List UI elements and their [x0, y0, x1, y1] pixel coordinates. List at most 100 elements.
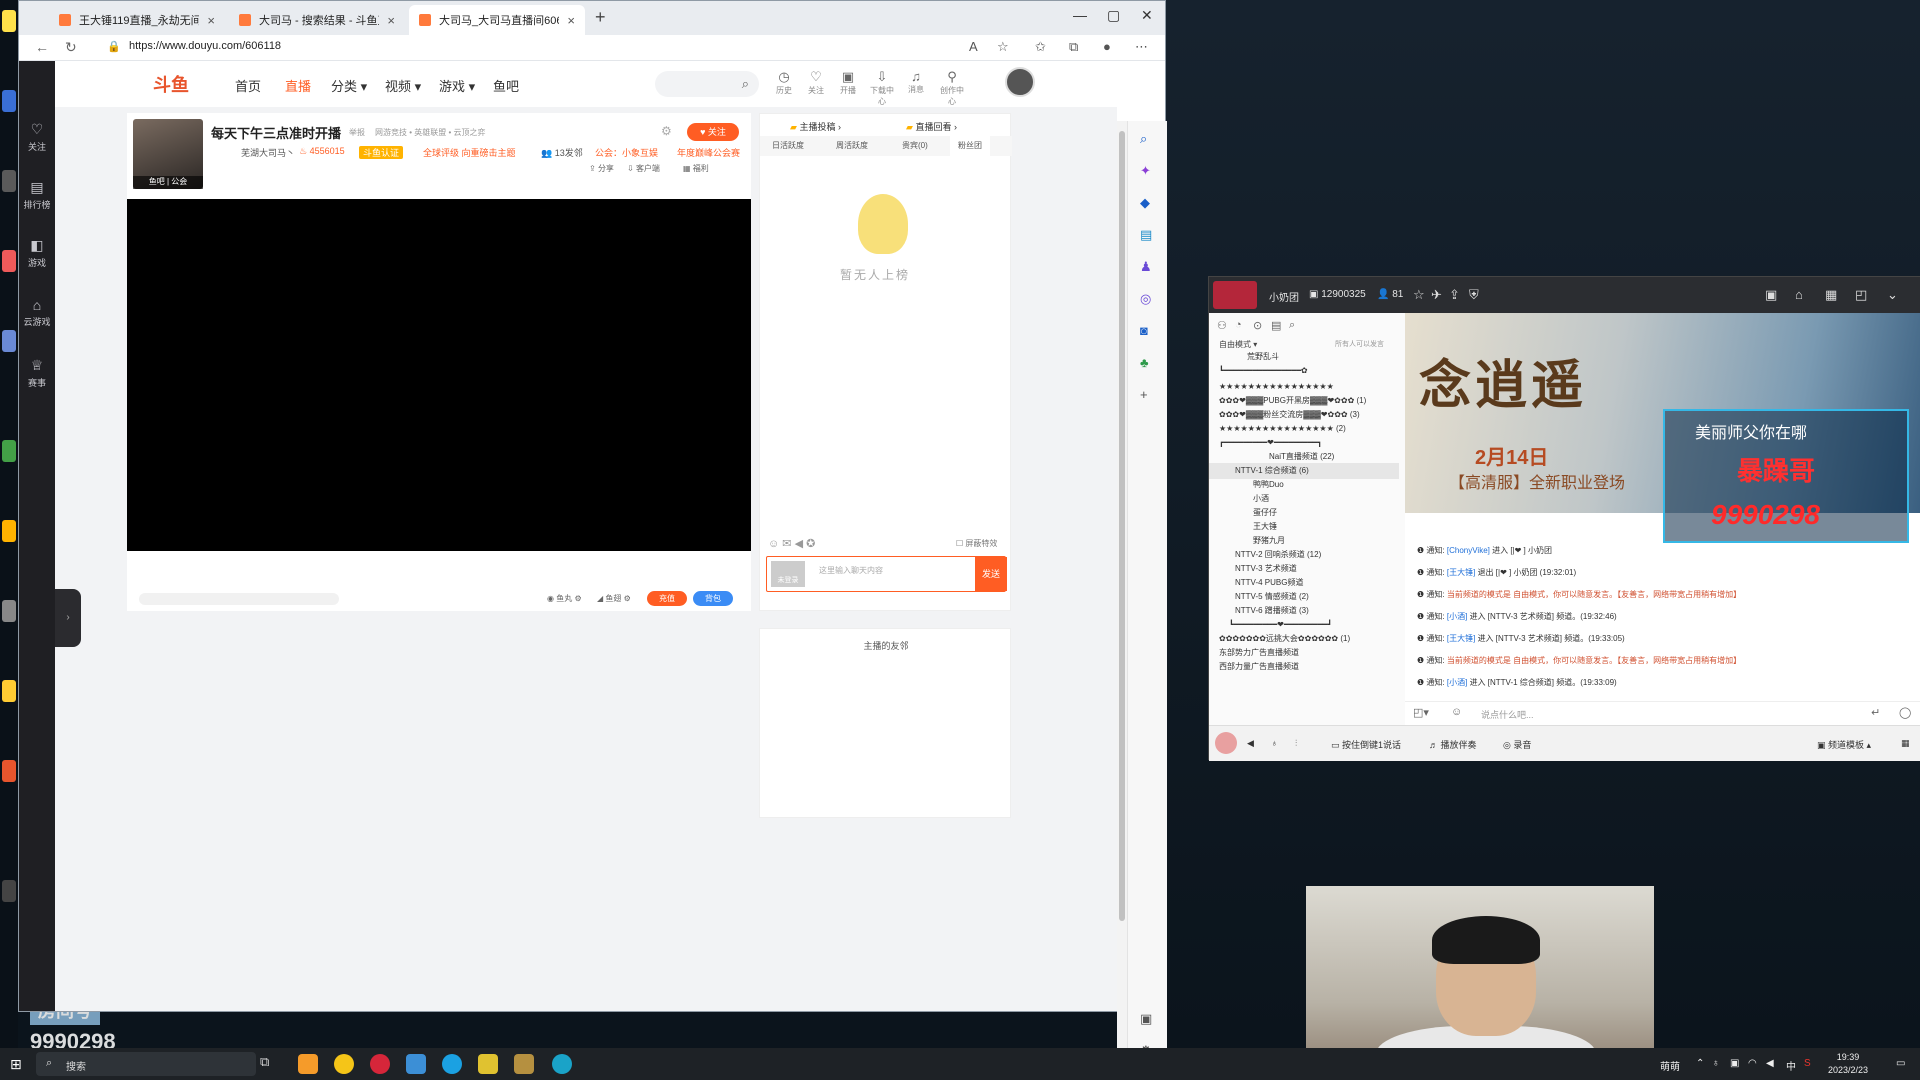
speaker-icon[interactable]: ◀ — [1247, 738, 1254, 749]
sidebar-toggle-icon[interactable]: ▣ — [1140, 1011, 1152, 1027]
guild-tag[interactable]: 公会：小象互娱 — [595, 146, 658, 159]
header-history[interactable]: ◷ 历史 — [769, 69, 799, 96]
desktop-icon[interactable] — [2, 10, 16, 32]
taskbar-clock[interactable]: 19:39 2023/2/23 — [1828, 1051, 1868, 1077]
close-tab-icon[interactable]: × — [387, 13, 395, 28]
search-icon[interactable]: ⌕ — [1140, 131, 1147, 147]
browser-tab-2[interactable]: 大司马 - 搜索结果 - 斗鱼直播 × — [229, 5, 405, 35]
wifi-icon[interactable]: ◠ — [1748, 1058, 1757, 1069]
server-avatar[interactable] — [1213, 281, 1257, 309]
url-field[interactable]: https://www.douyu.com/606118 — [129, 40, 281, 52]
sogou-icon[interactable]: S — [1804, 1058, 1811, 1069]
header-messages[interactable]: ♫ 消息 — [901, 69, 931, 95]
outlook-icon[interactable]: ◙ — [1140, 323, 1148, 338]
app-icon[interactable] — [478, 1054, 498, 1074]
nav-games[interactable]: 游戏 ▾ — [439, 76, 475, 95]
desktop-icon[interactable] — [2, 330, 16, 352]
desktop-icon[interactable] — [2, 520, 16, 542]
notice-user[interactable]: [小酒] — [1447, 612, 1467, 621]
channel-item-selected[interactable]: NTTV-1 综合频道 (6) — [1209, 463, 1399, 479]
star-icon[interactable]: ☆ — [1413, 287, 1425, 303]
desktop-icon[interactable] — [2, 440, 16, 462]
tree-icon[interactable]: ♣ — [1140, 355, 1149, 370]
location-icon[interactable]: ⊙ — [1253, 319, 1262, 332]
mic-icon[interactable]: ♁ — [1712, 1058, 1720, 1069]
read-aloud-icon[interactable]: A — [969, 39, 978, 54]
more-icon[interactable]: ⋯ — [1135, 39, 1148, 55]
report-link[interactable]: 举报 — [349, 127, 365, 138]
rail-item-game[interactable]: ◧ 游戏 — [19, 237, 55, 269]
desktop-icon[interactable] — [2, 760, 16, 782]
settings-icon[interactable]: ⚙ — [661, 124, 672, 138]
search-icon[interactable]: ⌕ — [1289, 319, 1295, 332]
replay-link[interactable]: ▰ 直播回看 › — [906, 120, 957, 133]
search-icon[interactable]: ⌕ — [742, 76, 749, 92]
notification-icon[interactable]: ▭ — [1896, 1058, 1905, 1069]
anchor-avatar-tags[interactable]: 鱼吧 | 公会 — [133, 176, 203, 189]
edge-icon[interactable] — [552, 1054, 572, 1074]
desktop-icon[interactable] — [2, 90, 16, 112]
client-button[interactable]: ⇩ 客户端 — [627, 163, 660, 174]
welfare-button[interactable]: ▦ 福利 — [683, 163, 709, 174]
nav-category[interactable]: 分类 ▾ — [331, 76, 367, 95]
fishball-button[interactable]: ◉ 鱼丸 ⚙ — [547, 593, 582, 604]
follow-button[interactable]: ♥ 关注 — [687, 123, 739, 141]
plane-icon[interactable]: ✈ — [1431, 287, 1442, 303]
favorite-icon[interactable]: ☆ — [997, 39, 1009, 55]
browser-tab-3[interactable]: 大司马_大司马直播间606118_斗鱼 × — [409, 5, 585, 35]
display-icon[interactable]: ▣ — [1730, 1058, 1739, 1069]
taskbar-search[interactable]: ⌕ 搜索 — [36, 1052, 256, 1076]
desktop-icon[interactable] — [2, 250, 16, 272]
scroll-thumb[interactable] — [1119, 131, 1125, 921]
office-icon[interactable]: ◎ — [1140, 291, 1151, 307]
expand-panel-handle[interactable]: › — [55, 589, 81, 647]
room-breadcrumb[interactable]: 网游竞技 • 英雄联盟 • 云顶之弈 — [375, 127, 486, 138]
channel-item[interactable]: 西部力量广告直播频道 — [1219, 659, 1299, 675]
chat-input-box[interactable]: 未登录 这里输入聊天内容 发送 — [766, 556, 1007, 592]
close-tab-icon[interactable]: × — [567, 13, 575, 28]
guild-event-tag[interactable]: 年度巅峰公会赛 — [677, 146, 740, 159]
desktop-icon[interactable] — [2, 880, 16, 902]
profile-icon[interactable]: ● — [1103, 39, 1111, 54]
notice-user[interactable]: [王大锤] — [1447, 634, 1475, 643]
tray-chevron-icon[interactable]: ⌃ — [1696, 1058, 1704, 1069]
add-icon[interactable]: + — [1140, 387, 1148, 402]
nav-home[interactable]: 首页 — [235, 76, 261, 95]
header-follow[interactable]: ♡ 关注 — [801, 69, 831, 96]
user-icon[interactable]: ⚇ — [1217, 319, 1227, 332]
rail-item-esports[interactable]: ♕ 赛事 — [19, 357, 55, 389]
speaker-icon[interactable]: ◀ — [795, 538, 803, 550]
shield-icon[interactable]: ⛨ — [1469, 287, 1479, 303]
ime-label[interactable]: 萌萌 — [1660, 1058, 1680, 1073]
rail-item-follow[interactable]: ♡ 关注 — [19, 121, 55, 153]
gamepad-icon[interactable]: ◰ — [1855, 287, 1867, 303]
minimize-icon[interactable]: ⌄ — [1887, 287, 1898, 303]
collections-icon[interactable]: ⧉ — [1069, 39, 1078, 55]
tab-weekly-active[interactable]: 周活跃度 — [836, 140, 868, 151]
search-input[interactable]: ⌕ — [655, 71, 759, 97]
app-icon[interactable] — [334, 1054, 354, 1074]
header-broadcast[interactable]: ▣ 开播 — [833, 69, 863, 96]
browser-tab-1[interactable]: 王大锤119直播_永劫无间直播_斗鱼 × — [49, 5, 225, 35]
charge-button[interactable]: 充值 — [647, 591, 687, 606]
push-to-talk[interactable]: ▭ 按住倒键1说话 — [1331, 738, 1401, 751]
rail-item-cloud-game[interactable]: ⌂ 云游戏 — [19, 297, 55, 328]
tab-daily-active[interactable]: 日活跃度 — [772, 140, 804, 151]
mic-icon[interactable]: ♁ — [1271, 738, 1278, 748]
share-button[interactable]: ⇪ 分享 — [589, 163, 614, 174]
grid-icon[interactable]: ▦ — [1825, 287, 1837, 303]
desktop-icon[interactable] — [2, 600, 16, 622]
my-avatar[interactable] — [1215, 732, 1237, 754]
tools-icon[interactable]: ▤ — [1140, 227, 1152, 243]
page-scrollbar[interactable] — [1117, 121, 1127, 1071]
backpack-button[interactable]: 背包 — [693, 591, 733, 606]
app-icon[interactable] — [298, 1054, 318, 1074]
chat-bubble-icon[interactable]: ◯ — [1899, 706, 1911, 719]
user-avatar[interactable] — [1005, 67, 1035, 97]
bookmark-icon[interactable]: ▤ — [1271, 319, 1281, 332]
task-view-icon[interactable]: ⧉ — [260, 1054, 280, 1074]
windows-start-icon[interactable]: ⊞ — [10, 1056, 22, 1073]
rail-item-ranking[interactable]: ▤ 排行榜 — [19, 179, 55, 211]
desktop-icon[interactable] — [2, 170, 16, 192]
video-player[interactable] — [127, 199, 751, 551]
